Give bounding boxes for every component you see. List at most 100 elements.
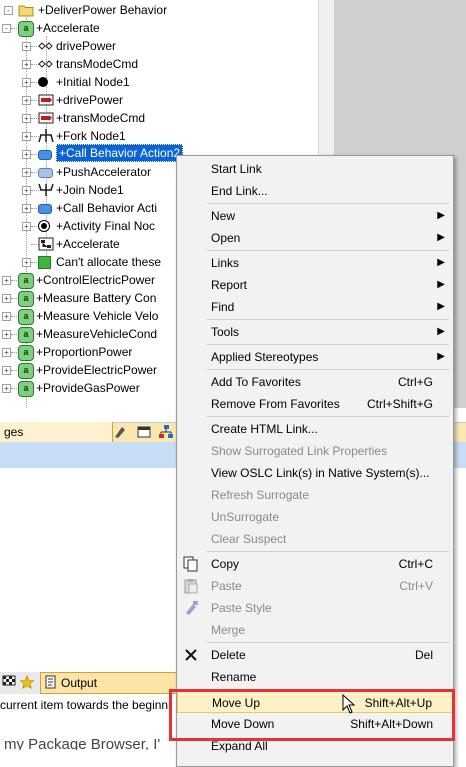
note-icon [38,256,51,269]
menu-item-label: Clear Suspect [211,532,287,546]
diagram-icon [38,237,54,251]
tree-item-label: transModeCmd [56,57,139,71]
tree-item-label: +Fork Node1 [56,129,126,143]
submenu-arrow-icon: ▶ [437,301,445,312]
tree-expander[interactable]: - [2,24,11,33]
tree-expander[interactable]: + [22,42,31,51]
activity-icon: a [18,291,34,307]
tab-ges[interactable]: ges [0,422,113,442]
tree-item-label: +ProvideGasPower [36,381,140,395]
menu-item-rename[interactable]: Rename [177,666,453,688]
tree-expander[interactable]: + [22,204,31,213]
tree-item-label: +DeliverPower Behavior [38,3,168,17]
tree-item-label: +Measure Vehicle Velo [36,309,159,323]
tree-item-label: +Accelerate [56,237,120,251]
tree-expander[interactable]: + [22,258,31,267]
tree-item[interactable]: + +Initial Node1 [0,73,318,91]
menu-item-links[interactable]: Links ▶ [177,252,453,274]
menu-item-find[interactable]: Find ▶ [177,296,453,318]
activity-icon: a [18,363,34,379]
menu-item-delete[interactable]: Delete Del [177,644,453,666]
menu-item-shortcut: Ctrl+C [398,557,433,571]
activity-icon: a [18,273,34,289]
tab-icon-1[interactable] [112,424,128,440]
menu-item-label: Start Link [211,162,262,176]
activity-icon: a [18,21,34,37]
tree-expander[interactable]: + [22,186,31,195]
menu-item-start-link[interactable]: Start Link [177,158,453,180]
tree-expander[interactable]: + [22,168,31,177]
menu-item-end-link[interactable]: End Link... [177,180,453,202]
menu-separator [207,369,449,370]
tree-item[interactable]: + drivePower [0,37,318,55]
tree-expander[interactable]: + [22,78,31,87]
menu-item-add-to-favorites[interactable]: Add To Favorites Ctrl+G [177,371,453,393]
tree-expander[interactable]: + [22,150,31,159]
tree-expander[interactable]: + [2,348,11,357]
menu-item-applied-stereotypes[interactable]: Applied Stereotypes ▶ [177,346,453,368]
tree-expander[interactable]: + [22,222,31,231]
output-icon [44,675,58,689]
menu-item-label: Report [211,278,248,292]
tree-item-label: +MeasureVehicleCond [36,327,158,341]
tree-expander[interactable]: + [2,294,11,303]
tab-output-label: Output [61,676,98,690]
tree-expander[interactable]: + [2,384,11,393]
copy-icon [183,556,199,572]
menu-item-label: View OSLC Link(s) in Native System(s)... [211,466,430,480]
tree-expander[interactable]: + [22,114,31,123]
menu-item-remove-from-favorites[interactable]: Remove From Favorites Ctrl+Shift+G [177,393,453,415]
tab-output[interactable]: Output [40,672,190,694]
tree-item-label: drivePower [56,39,117,53]
tree-item-label: +Activity Final Noc [56,219,156,233]
menu-separator [207,416,449,417]
tree-expander[interactable]: + [2,276,11,285]
menu-item-create-html-link[interactable]: Create HTML Link... [177,418,453,440]
parameter-icon [38,57,53,71]
menu-item-view-oslc-link-s-in-native-system-s[interactable]: View OSLC Link(s) in Native System(s)... [177,462,453,484]
menu-item-shortcut: Ctrl+Shift+G [366,397,433,411]
menu-item-new[interactable]: New ▶ [177,205,453,227]
menu-item-label: Open [211,231,241,245]
join-node-icon [38,183,54,197]
tree-item[interactable]: + transModeCmd [0,55,318,73]
menu-item-label: Applied Stereotypes [211,350,319,364]
tree-item-label: +ControlElectricPower [36,273,156,287]
menu-separator [207,319,449,320]
tree-expander[interactable]: + [2,366,11,375]
tree-expander[interactable]: + [2,312,11,321]
menu-item-copy[interactable]: Copy Ctrl+C [177,553,453,575]
background-text: my Package Browser, I' [4,736,161,750]
folder-icon [18,4,34,18]
tree-item[interactable]: + +drivePower [0,91,318,109]
tree-item[interactable]: - a +Accelerate [0,19,318,37]
tree-expander[interactable]: - [4,6,13,15]
menu-item-shortcut: Ctrl+G [397,375,433,389]
tree-expander[interactable]: + [22,60,31,69]
menu-item-report[interactable]: Report ▶ [177,274,453,296]
menu-item-label: Paste [211,579,242,593]
tree-item[interactable]: + +Fork Node1 [0,127,318,145]
menu-item-label: Create HTML Link... [211,422,318,436]
tree-expander[interactable]: + [22,132,31,141]
tab-icon-2[interactable] [136,424,152,440]
star-icon[interactable] [19,675,35,689]
menu-separator [207,642,449,643]
delete-icon [183,647,199,663]
annotation-highlight-box [169,689,455,741]
call-behavior-icon [38,204,52,214]
menu-item-label: UnSurrogate [211,510,280,524]
tree-expander[interactable]: + [2,330,11,339]
menu-item-label: Links [211,256,240,270]
menu-item-tools[interactable]: Tools ▶ [177,321,453,343]
pin-icon [38,93,54,107]
tree-item[interactable]: + +transModeCmd [0,109,318,127]
menu-item-label: Remove From Favorites [211,397,340,411]
tab-icon-3[interactable] [158,424,174,440]
menu-item-label: Find [211,300,235,314]
tree-item[interactable]: +DeliverPower Behavior - [0,1,318,19]
status-text: current item towards the beginni [0,698,171,712]
tree-expander[interactable]: + [22,96,31,105]
checkered-flag-icon[interactable] [2,675,16,689]
menu-item-open[interactable]: Open ▶ [177,227,453,249]
